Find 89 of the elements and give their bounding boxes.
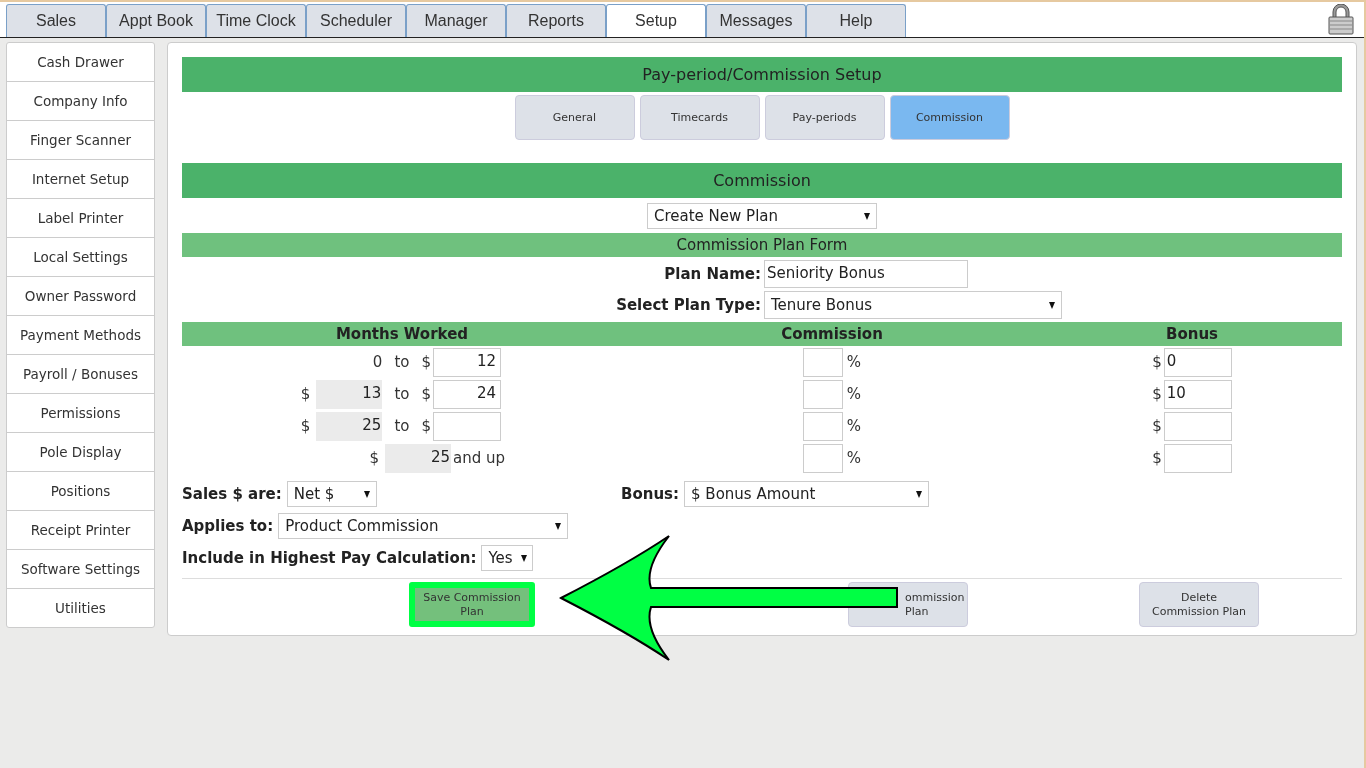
field-label: Applies to:: [182, 517, 274, 535]
sidebar-item[interactable]: Internet Setup: [7, 160, 154, 199]
action-button[interactable]: Delete Commission Plan: [1139, 582, 1259, 627]
currency-sign: $: [300, 385, 311, 403]
bonus-field[interactable]: 10: [1163, 379, 1232, 409]
sidebar-item[interactable]: Label Printer: [7, 199, 154, 238]
field-label: Sales $ are:: [182, 485, 282, 503]
percent-sign: %: [846, 353, 862, 371]
percent-sign: %: [846, 449, 862, 467]
currency-sign: $: [369, 449, 379, 467]
sidebar-item[interactable]: Local Settings: [7, 238, 154, 277]
from-value: 25: [316, 411, 383, 441]
action-button[interactable]: Save Commission Plan: [409, 582, 535, 627]
caret-icon: [555, 522, 562, 530]
sidebar-item[interactable]: Utilities: [7, 589, 154, 627]
from-value: 25: [384, 443, 451, 473]
lock-icon[interactable]: [1328, 4, 1354, 35]
sidebar-item[interactable]: Receipt Printer: [7, 511, 154, 550]
bonus-field[interactable]: 0: [1163, 347, 1232, 377]
plan-type-dropdown[interactable]: Tenure Bonus: [764, 291, 1062, 319]
bonus-dropdown[interactable]: $ Bonus Amount: [684, 481, 930, 507]
caret-icon: [363, 490, 370, 498]
sidebar-item[interactable]: Payment Methods: [7, 316, 154, 355]
nav-tab[interactable]: Manager: [406, 4, 506, 37]
field-label: Include in Highest Pay Calculation:: [182, 549, 477, 567]
plan-dropdown[interactable]: Create New Plan: [647, 203, 877, 229]
sidebar-item[interactable]: Permissions: [7, 394, 154, 433]
caret-icon: [864, 212, 870, 220]
currency-sign: $: [1152, 385, 1162, 403]
nav-tab[interactable]: Sales: [6, 4, 106, 37]
currency-sign: $: [1152, 449, 1162, 467]
caret-icon: [520, 554, 527, 562]
to-field[interactable]: 12: [433, 347, 501, 377]
section-header: Pay-period/Commission Setup: [182, 57, 1342, 92]
currency-sign: $: [1152, 417, 1162, 435]
yes-no-dropdown[interactable]: Yes: [481, 545, 534, 571]
sidebar-item[interactable]: Pole Display: [7, 433, 154, 472]
caret-icon: [916, 490, 923, 498]
column-header: Bonus: [1165, 325, 1219, 343]
commission-field[interactable]: [802, 347, 843, 377]
nav-tab[interactable]: Time Clock: [206, 4, 306, 37]
plan-name-field[interactable]: Seniority Bonus: [764, 260, 968, 288]
tier-value: 0: [372, 353, 383, 371]
commission-field[interactable]: [802, 411, 843, 441]
caret-icon: [1049, 301, 1055, 309]
percent-sign: %: [846, 417, 862, 435]
sales-dropdown[interactable]: Net $: [286, 481, 377, 507]
sidebar-item[interactable]: Software Settings: [7, 550, 154, 589]
nav-tab[interactable]: Reports: [506, 4, 606, 37]
sidebar-item[interactable]: Owner Password: [7, 277, 154, 316]
sidebar-item[interactable]: Finger Scanner: [7, 121, 154, 160]
currency-sign: $: [1152, 353, 1162, 371]
field-label: Plan Name:: [663, 265, 762, 283]
tier-label: to: [394, 417, 410, 435]
percent-sign: %: [846, 385, 862, 403]
tier-label: to: [394, 353, 410, 371]
tier-label: to: [394, 385, 410, 403]
field-label: Bonus:: [621, 485, 680, 503]
sub-tab[interactable]: General: [514, 95, 635, 140]
currency-sign: $: [300, 417, 311, 435]
commission-field[interactable]: [802, 379, 843, 409]
currency-sign: $: [421, 353, 431, 371]
form-header: Commission Plan Form: [182, 233, 1342, 257]
sub-tab[interactable]: Timecards: [639, 95, 760, 140]
sidebar-item[interactable]: Payroll / Bonuses: [7, 355, 154, 394]
bonus-field[interactable]: [1163, 411, 1232, 441]
currency-sign: $: [421, 417, 431, 435]
currency-sign: $: [421, 385, 431, 403]
applies-dropdown[interactable]: Product Commission: [278, 513, 569, 539]
nav-tab[interactable]: Messages: [706, 4, 806, 37]
nav-tab[interactable]: Help: [806, 4, 906, 37]
sidebar-item[interactable]: Company Info: [7, 82, 154, 121]
tier-label: and up: [452, 449, 505, 467]
bonus-field[interactable]: [1163, 443, 1232, 473]
commission-field[interactable]: [802, 443, 843, 473]
to-field[interactable]: 24: [433, 379, 501, 409]
nav-tab[interactable]: Setup: [606, 4, 706, 37]
sub-tab[interactable]: Commission: [889, 95, 1010, 140]
to-field[interactable]: [433, 411, 501, 441]
field-label: Select Plan Type:: [615, 296, 762, 314]
column-header: Commission: [780, 325, 884, 343]
sidebar-item[interactable]: Cash Drawer: [7, 43, 154, 82]
column-header: Months Worked: [334, 325, 470, 343]
section-header: Commission: [182, 163, 1342, 198]
sidebar-item[interactable]: Positions: [7, 472, 154, 511]
sub-tab[interactable]: Pay-periods: [764, 95, 885, 140]
nav-tab[interactable]: Appt Book: [106, 4, 206, 37]
nav-tab[interactable]: Scheduler: [306, 4, 406, 37]
from-value: 13: [316, 379, 383, 409]
